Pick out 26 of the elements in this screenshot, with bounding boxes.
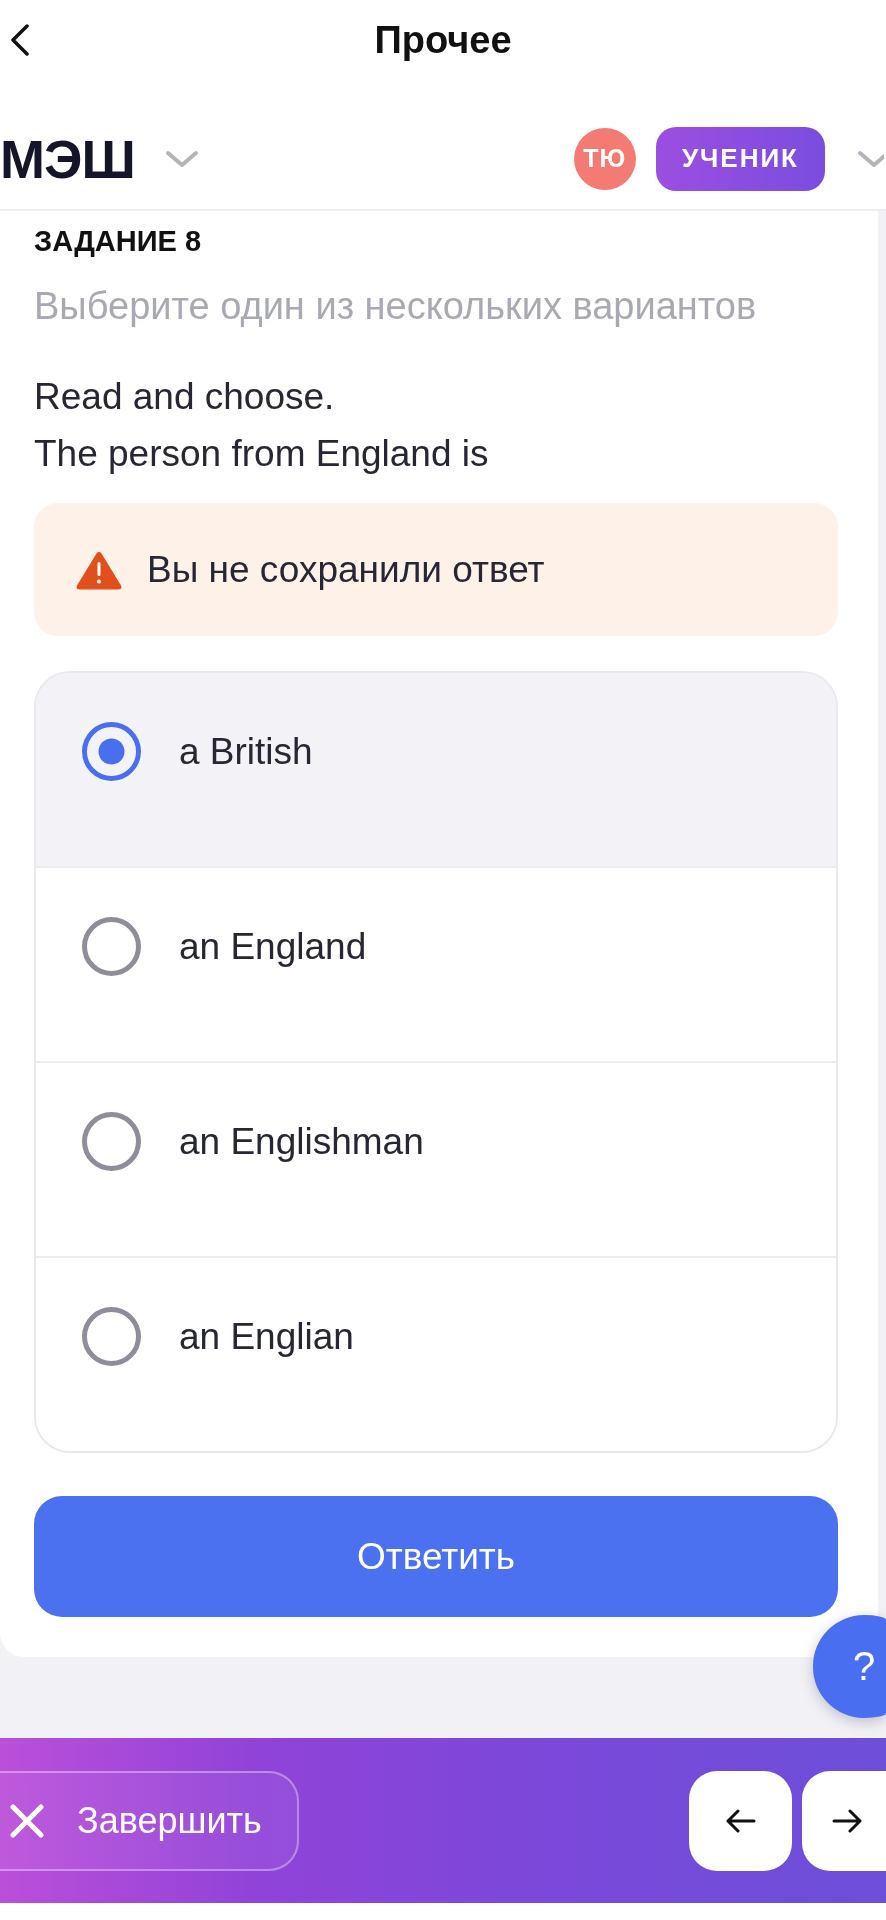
question-text: Read and choose. (34, 375, 335, 419)
arrow-left-icon (725, 1808, 756, 1833)
finish-button[interactable]: Завершить (0, 1770, 299, 1871)
next-button[interactable] (802, 1770, 886, 1871)
avatar: ТЮ (573, 127, 636, 190)
submit-button[interactable]: Ответить (34, 1496, 838, 1617)
radio-icon[interactable] (82, 917, 141, 976)
chevron-down-icon[interactable] (164, 149, 199, 168)
radio-icon[interactable] (82, 1112, 141, 1171)
radio-icon[interactable] (82, 722, 141, 781)
page-title: Прочее (374, 18, 512, 63)
answer-option[interactable]: an Englian (36, 1256, 836, 1451)
back-icon[interactable] (10, 24, 30, 56)
chevron-down-icon[interactable] (857, 149, 884, 168)
arrow-right-icon (832, 1808, 862, 1833)
question-text: The person from England is (34, 432, 489, 476)
close-icon (10, 1803, 44, 1838)
warning-icon (76, 549, 122, 590)
radio-icon[interactable] (82, 1307, 141, 1366)
logo: МЭШ (0, 128, 135, 189)
task-heading: ЗАДАНИЕ 8 (34, 224, 203, 259)
warning-text: Вы не сохранили ответ (147, 548, 545, 591)
task-instruction: Выберите один из нескольких вариантов (34, 284, 758, 329)
previous-button[interactable] (689, 1770, 792, 1871)
role-badge: УЧЕНИК (655, 126, 825, 191)
answer-option[interactable]: a British (36, 673, 836, 866)
